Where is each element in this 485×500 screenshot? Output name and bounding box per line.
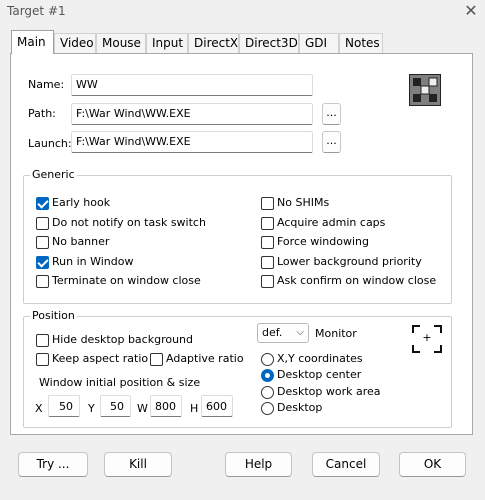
h-label: H [190,402,199,415]
checkbox-box[interactable] [36,334,49,347]
crosshair-target-icon[interactable]: + [412,325,442,353]
checkbox-box[interactable] [36,197,49,210]
launch-label: Launch: [28,137,72,150]
path-label: Path: [28,107,56,120]
launch-field[interactable]: F:\War Wind\WW.EXE [71,131,313,153]
cancel-button[interactable]: Cancel [312,452,380,477]
y-label: Y [88,402,95,415]
title-bar: Target #1 ✕ [0,0,485,24]
no-shims-label: No SHIMs [277,196,330,209]
ask-confirm-label: Ask confirm on window close [277,274,437,287]
radio-desktop-label: Desktop [277,401,323,414]
keep-aspect-label: Keep aspect ratio [52,352,149,365]
tab-directx[interactable]: DirectX [188,33,239,53]
monitor-label: Monitor [315,327,357,340]
radio-work-area-label: Desktop work area [277,385,381,398]
radio-circle[interactable] [261,386,274,399]
checkbox-box[interactable] [261,256,274,269]
radio-circle[interactable] [261,353,274,366]
w-field[interactable]: 800 [150,395,182,417]
monitor-select-value: def. [262,326,283,339]
tab-gdi[interactable]: GDI [299,33,339,53]
name-label: Name: [28,78,65,91]
terminate-on-close-label: Terminate on window close [52,274,201,287]
initial-position-label: Window initial position & size [39,376,201,389]
help-button[interactable]: Help [225,452,292,477]
window-title: Target #1 [7,4,66,18]
launch-browse-button[interactable]: ... [322,131,341,153]
generic-group-title: Generic [30,168,77,181]
x-field[interactable]: 50 [48,395,80,417]
radio-desktop-center-label: Desktop center [277,368,362,381]
checkbox-box[interactable] [36,217,49,230]
tab-input[interactable]: Input [146,33,188,53]
early-hook-label: Early hook [52,196,111,209]
radio-xy-label: X,Y coordinates [277,352,363,365]
checkbox-box[interactable] [36,236,49,249]
plus-glyph: + [422,331,432,344]
ok-button[interactable]: OK [399,452,466,477]
y-field[interactable]: 50 [100,395,131,417]
path-browse-button[interactable]: ... [322,103,341,125]
tab-main[interactable]: Main [11,30,54,54]
tab-video[interactable]: Video [54,33,96,53]
try-button[interactable]: Try ... [18,452,88,477]
checkbox-box[interactable] [36,353,49,366]
checkbox-box[interactable] [150,353,163,366]
w-label: W [137,402,148,415]
checkbox-box[interactable] [36,256,49,269]
do-not-notify-label: Do not notify on task switch [52,216,206,229]
tab-notes[interactable]: Notes [339,33,383,53]
kill-button[interactable]: Kill [104,452,172,477]
acquire-admin-label: Acquire admin caps [277,216,386,229]
checkbox-box[interactable] [261,236,274,249]
lower-priority-label: Lower background priority [277,255,422,268]
name-field[interactable]: WW [71,74,313,96]
tab-direct3d[interactable]: Direct3D [239,33,299,53]
checkbox-box[interactable] [261,217,274,230]
chevron-down-icon: ⌵ [296,327,304,338]
close-icon[interactable]: ✕ [462,1,480,21]
radio-circle[interactable] [261,402,274,415]
path-field[interactable]: F:\War Wind\WW.EXE [71,103,313,125]
force-windowing-label: Force windowing [277,235,370,248]
checkbox-box[interactable] [36,275,49,288]
app-icon[interactable] [409,74,441,106]
run-in-window-label: Run in Window [52,255,134,268]
tab-mouse[interactable]: Mouse [96,33,146,53]
x-label: X [35,402,43,415]
h-field[interactable]: 600 [201,395,233,417]
position-group-title: Position [30,309,77,322]
monitor-select[interactable]: def. ⌵ [257,323,309,343]
hide-desktop-label: Hide desktop background [52,333,194,346]
adaptive-ratio-label: Adaptive ratio [166,352,244,365]
radio-circle[interactable] [261,369,274,382]
checkbox-box[interactable] [261,275,274,288]
no-banner-label: No banner [52,235,110,248]
checkbox-box[interactable] [261,197,274,210]
